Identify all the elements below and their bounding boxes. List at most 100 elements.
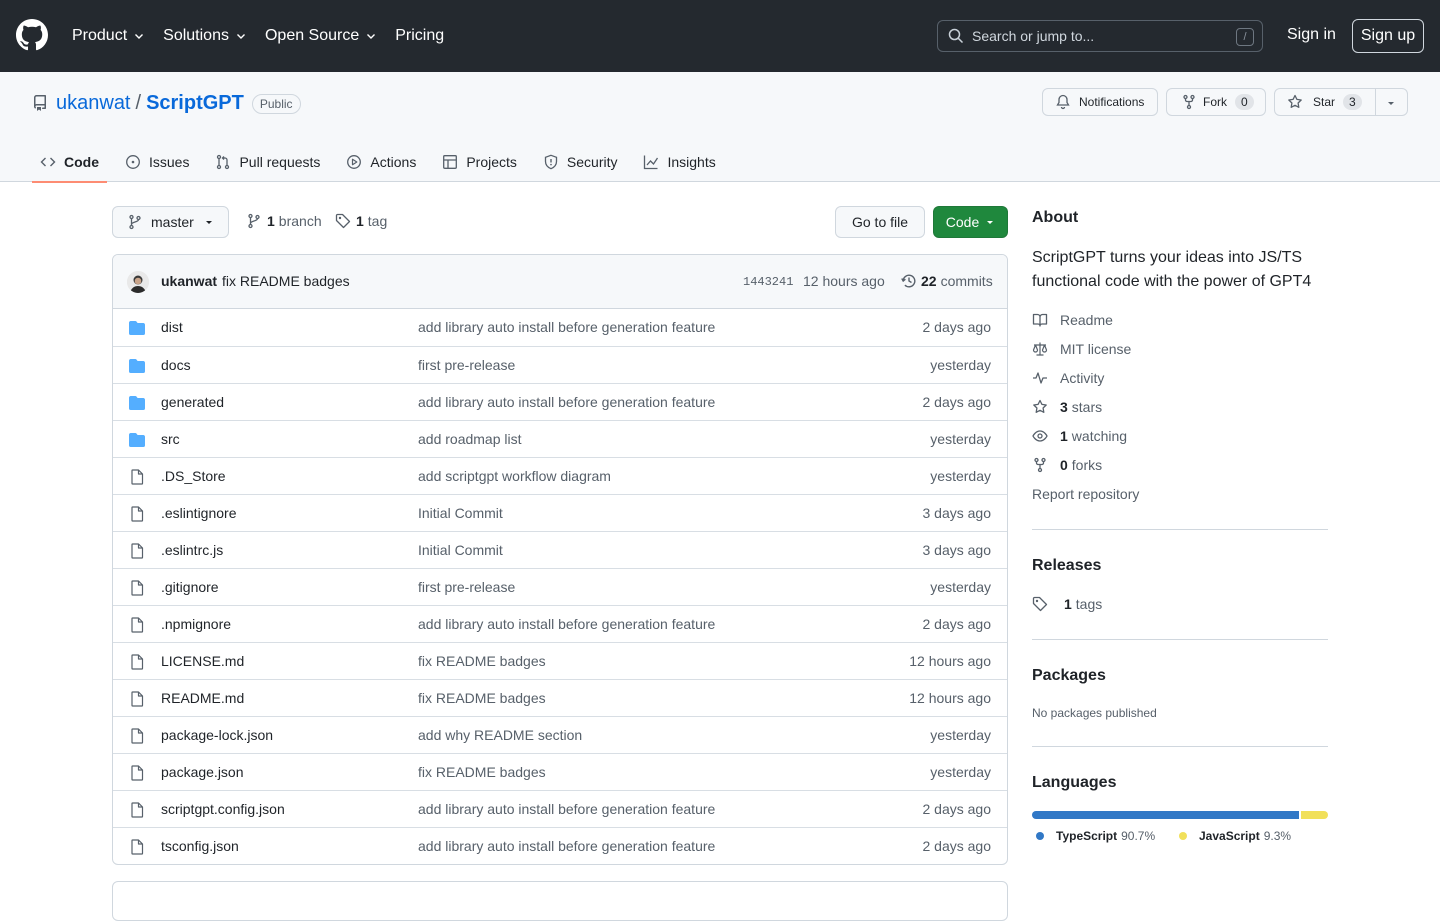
tab-pull-requests[interactable]: Pull requests bbox=[207, 142, 328, 182]
file-commit-message-link[interactable]: add library auto install before generati… bbox=[418, 319, 715, 335]
release-tags-link[interactable]: 1 tags bbox=[1032, 596, 1102, 612]
fork-button[interactable]: Fork 0 bbox=[1166, 88, 1266, 116]
file-name-link[interactable]: dist bbox=[161, 319, 183, 335]
tag-count: 1 bbox=[356, 213, 364, 229]
chevron-down-icon bbox=[133, 30, 145, 42]
commit-author-link[interactable]: ukanwat bbox=[161, 273, 217, 289]
file-row[interactable]: package.json fix README badges yesterday bbox=[113, 753, 1007, 790]
packages-heading[interactable]: Packages bbox=[1032, 667, 1106, 685]
top-nav: Product Solutions Open Source Pricing bbox=[72, 0, 462, 72]
file-commit-message-link[interactable]: add scriptgpt workflow diagram bbox=[418, 468, 611, 484]
file-commit-message-link[interactable]: Initial Commit bbox=[418, 505, 503, 521]
go-to-file-button[interactable]: Go to file bbox=[835, 206, 925, 238]
file-name-link[interactable]: tsconfig.json bbox=[161, 838, 239, 854]
nav-open-source[interactable]: Open Source bbox=[265, 27, 377, 45]
file-commit-message-link[interactable]: first pre-release bbox=[418, 579, 515, 595]
file-row[interactable]: .npmignore add library auto install befor… bbox=[113, 605, 1007, 642]
file-row[interactable]: docs first pre-release yesterday bbox=[113, 346, 1007, 383]
releases-heading[interactable]: Releases bbox=[1032, 557, 1101, 575]
file-row[interactable]: .eslintignore Initial Commit 3 days ago bbox=[113, 494, 1007, 531]
code-dropdown-button[interactable]: Code bbox=[933, 206, 1008, 238]
star-icon bbox=[1287, 94, 1303, 110]
file-commit-message-link[interactable]: fix README badges bbox=[418, 653, 546, 669]
file-row[interactable]: README.md fix README badges 12 hours ago bbox=[113, 679, 1007, 716]
file-commit-message-link[interactable]: add roadmap list bbox=[418, 431, 522, 447]
file-row[interactable]: .DS_Store add scriptgpt workflow diagram y… bbox=[113, 457, 1007, 494]
file-row[interactable]: package-lock.json add why README section y… bbox=[113, 716, 1007, 753]
file-name-link[interactable]: package-lock.json bbox=[161, 727, 273, 743]
file-row[interactable]: scriptgpt.config.json add library auto in… bbox=[113, 790, 1007, 827]
commits-history-link[interactable]: 22 commits bbox=[901, 273, 993, 289]
watchers-link[interactable]: 1 watching bbox=[1032, 428, 1127, 444]
file-commit-message-link[interactable]: first pre-release bbox=[418, 357, 515, 373]
file-commit-message-link[interactable]: add library auto install before generati… bbox=[418, 394, 715, 410]
file-row[interactable]: tsconfig.json add library auto install be… bbox=[113, 827, 1007, 864]
commit-count: 22 bbox=[921, 273, 937, 289]
tab-insights[interactable]: Insights bbox=[635, 142, 723, 182]
caret-down-icon[interactable] bbox=[1385, 97, 1397, 109]
sign-in-link[interactable]: Sign in bbox=[1287, 26, 1336, 44]
activity-link[interactable]: Activity bbox=[1032, 370, 1104, 386]
file-name-link[interactable]: scriptgpt.config.json bbox=[161, 801, 285, 817]
tags-link[interactable]: 1 tag bbox=[335, 213, 387, 229]
file-name-link[interactable]: .gitignore bbox=[161, 579, 219, 595]
file-row[interactable]: dist add library auto install before gene… bbox=[113, 309, 1007, 346]
file-commit-message-link[interactable]: fix README badges bbox=[418, 764, 546, 780]
file-row[interactable]: src add roadmap list yesterday bbox=[113, 420, 1007, 457]
file-name-link[interactable]: docs bbox=[161, 357, 191, 373]
file-row[interactable]: generated add library auto install before… bbox=[113, 383, 1007, 420]
sign-up-button[interactable]: Sign up bbox=[1352, 19, 1424, 53]
license-link[interactable]: MIT license bbox=[1032, 341, 1131, 357]
file-commit-message-link[interactable]: add library auto install before generati… bbox=[418, 801, 715, 817]
file-commit-age: 2 days ago bbox=[922, 838, 992, 854]
file-name-link[interactable]: .eslintrc.js bbox=[161, 542, 223, 558]
tab-issues[interactable]: Issues bbox=[117, 142, 197, 182]
notifications-button[interactable]: Notifications bbox=[1042, 88, 1158, 116]
repo-owner-link[interactable]: ukanwat bbox=[56, 92, 131, 115]
file-commit-message-link[interactable]: Initial Commit bbox=[418, 542, 503, 558]
commit-sha-link[interactable]: 1443241 bbox=[743, 275, 793, 289]
file-commit-age: 12 hours ago bbox=[909, 690, 991, 706]
file-row[interactable]: .gitignore first pre-release yesterday bbox=[113, 568, 1007, 605]
file-name-link[interactable]: generated bbox=[161, 394, 224, 410]
search-input[interactable]: Search or jump to... / bbox=[937, 20, 1263, 52]
branch-name: master bbox=[151, 214, 194, 230]
file-name-link[interactable]: .DS_Store bbox=[161, 468, 226, 484]
file-commit-age: 2 days ago bbox=[922, 394, 992, 410]
file-name-link[interactable]: package.json bbox=[161, 764, 244, 780]
file-row[interactable]: LICENSE.md fix README badges 12 hours ago bbox=[113, 642, 1007, 679]
tab-actions[interactable]: Actions bbox=[338, 142, 424, 182]
avatar[interactable] bbox=[127, 271, 149, 293]
file-row[interactable]: .eslintrc.js Initial Commit 3 days ago bbox=[113, 531, 1007, 568]
file-commit-message-link[interactable]: fix README badges bbox=[418, 690, 546, 706]
nav-solutions[interactable]: Solutions bbox=[163, 27, 247, 45]
nav-product[interactable]: Product bbox=[72, 27, 145, 45]
stars-link[interactable]: 3 stars bbox=[1032, 399, 1102, 415]
file-name-link[interactable]: .npmignore bbox=[161, 616, 231, 632]
file-name-link[interactable]: src bbox=[161, 431, 180, 447]
language-item[interactable]: TypeScript 90.7% bbox=[1036, 829, 1155, 843]
tab-security[interactable]: Security bbox=[535, 142, 626, 182]
repo-name-link[interactable]: ScriptGPT bbox=[146, 92, 244, 115]
forks-link[interactable]: 0 forks bbox=[1032, 457, 1102, 473]
star-button[interactable]: Star 3 bbox=[1274, 88, 1408, 116]
file-commit-message-link[interactable]: add library auto install before generati… bbox=[418, 838, 715, 854]
nav-pricing[interactable]: Pricing bbox=[395, 27, 444, 45]
github-logo-icon[interactable] bbox=[16, 19, 48, 51]
file-name-link[interactable]: .eslintignore bbox=[161, 505, 237, 521]
file-commit-age: yesterday bbox=[930, 727, 991, 743]
file-name-link[interactable]: README.md bbox=[161, 690, 244, 706]
file-name-link[interactable]: LICENSE.md bbox=[161, 653, 244, 669]
file-commit-message-link[interactable]: add why README section bbox=[418, 727, 582, 743]
file-commit-message-link[interactable]: add library auto install before generati… bbox=[418, 616, 715, 632]
file-icon bbox=[129, 506, 145, 522]
report-repository-link[interactable]: Report repository bbox=[1032, 486, 1139, 502]
branches-link[interactable]: 1 branch bbox=[246, 213, 322, 229]
tab-projects[interactable]: Projects bbox=[434, 142, 525, 182]
branch-select-button[interactable]: master bbox=[112, 206, 229, 238]
commit-message-link[interactable]: fix README badges bbox=[222, 273, 350, 289]
readme-link[interactable]: Readme bbox=[1032, 312, 1113, 328]
language-item[interactable]: JavaScript 9.3% bbox=[1179, 829, 1291, 843]
file-commit-age: 3 days ago bbox=[922, 505, 992, 521]
tab-code[interactable]: Code bbox=[32, 142, 107, 183]
